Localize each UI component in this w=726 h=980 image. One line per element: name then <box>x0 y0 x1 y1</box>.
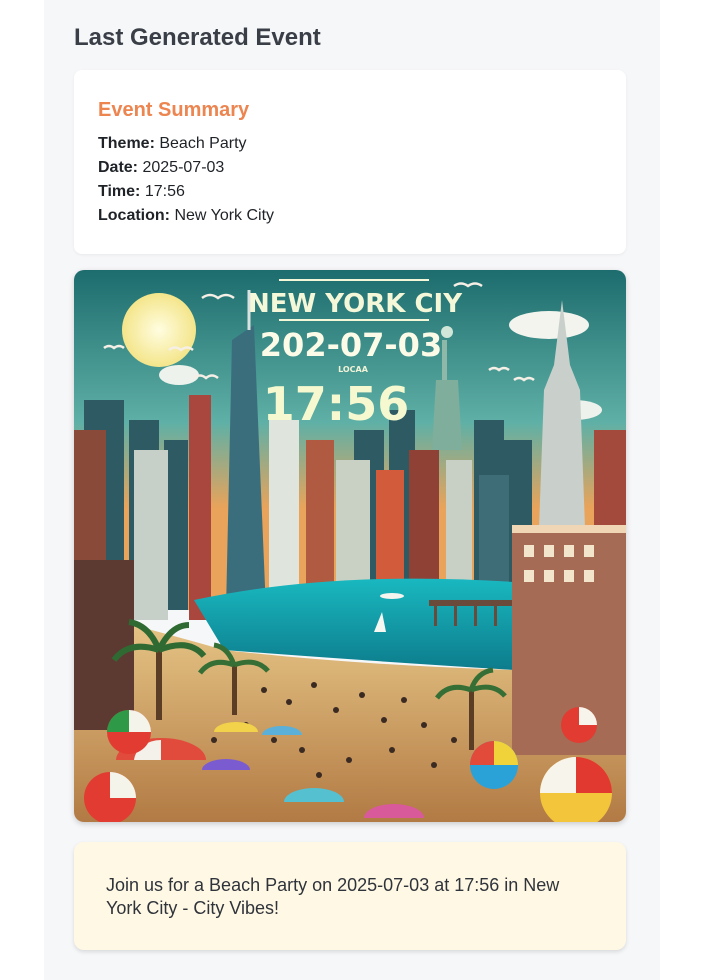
theme-value: Beach Party <box>159 135 247 152</box>
event-summary-card: Event Summary Theme: Beach Party Date: 2… <box>74 70 626 254</box>
theme-label: Theme: <box>98 135 155 152</box>
summary-row-time: Time: 17:56 <box>98 180 602 204</box>
cloud <box>159 365 199 385</box>
location-label: Location: <box>98 207 170 224</box>
generated-event-image: NEW YORK CIY 202-07-03 LOCAA 17:56 <box>74 270 626 822</box>
cloud <box>509 311 589 339</box>
time-value: 17:56 <box>144 183 185 200</box>
summary-row-date: Date: 2025-07-03 <box>98 156 602 180</box>
summary-heading: Event Summary <box>98 99 250 121</box>
time-label: Time: <box>98 183 141 200</box>
yacht <box>380 593 404 599</box>
poster-time: 17:56 <box>263 377 409 431</box>
poster-date: 202-07-03 <box>260 326 442 364</box>
summary-row-location: Location: New York City <box>98 204 602 228</box>
date-label: Date: <box>98 159 139 176</box>
summary-row-theme: Theme: Beach Party <box>98 132 602 156</box>
location-value: New York City <box>174 207 275 224</box>
poster-headline: NEW YORK CIY <box>248 289 463 319</box>
poster-small-text: LOCAA <box>338 365 369 374</box>
event-message-text: Join us for a Beach Party on 2025-07-03 … <box>106 875 560 918</box>
event-message-card: Join us for a Beach Party on 2025-07-03 … <box>74 842 626 950</box>
event-poster-illustration: NEW YORK CIY 202-07-03 LOCAA 17:56 <box>74 270 626 822</box>
section-title: Last Generated Event <box>74 24 321 51</box>
sun <box>122 293 196 367</box>
date-value: 2025-07-03 <box>142 159 225 176</box>
